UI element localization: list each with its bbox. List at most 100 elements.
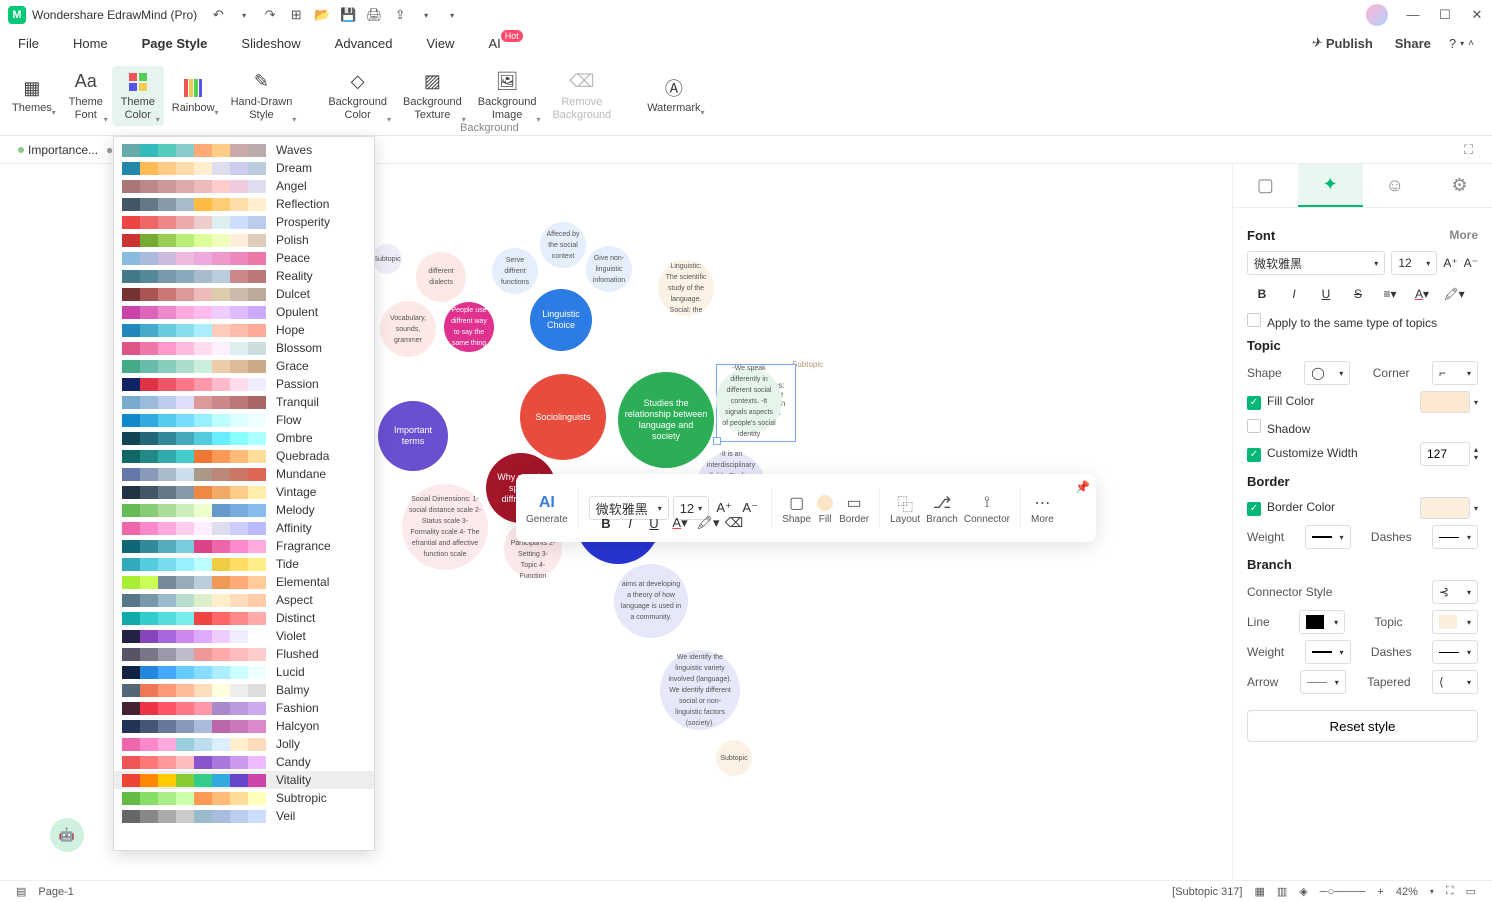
fit-screen-icon[interactable]: ⛶ (1446, 885, 1454, 898)
float-fill[interactable]: Fill (817, 492, 833, 525)
bubble-affected[interactable]: Affeced by the social context (540, 222, 586, 268)
bold-btn[interactable]: B (1247, 281, 1277, 307)
theme-color-dropdown[interactable]: WavesDreamAngelReflectionProsperityPolis… (113, 136, 375, 851)
publish-button[interactable]: ✈ Publish (1311, 35, 1373, 51)
collapse-panel-icon[interactable]: ▭ (1466, 885, 1476, 898)
decrease-font-btn[interactable]: A⁻ (1464, 256, 1478, 270)
float-branch[interactable]: ⎇Branch (926, 492, 958, 525)
text-color-btn[interactable]: A▾ (1407, 281, 1437, 307)
theme-row-tranquil[interactable]: Tranquil (114, 393, 374, 411)
ribbon-theme-font[interactable]: AaTheme Font▾ (60, 66, 112, 126)
theme-row-grace[interactable]: Grace (114, 357, 374, 375)
font-more-link[interactable]: More (1449, 228, 1478, 242)
theme-row-balmy[interactable]: Balmy (114, 681, 374, 699)
bubble-ling-soc[interactable]: Linguistic: The scientific study of the … (658, 260, 714, 316)
menu-page-style[interactable]: Page Style (142, 36, 208, 51)
page-label[interactable]: Page-1 (38, 886, 73, 898)
underline-icon[interactable]: U (644, 516, 664, 531)
theme-row-violet[interactable]: Violet (114, 627, 374, 645)
bubble-vocab[interactable]: Vocabulary, sounds, grammer (380, 301, 436, 357)
theme-row-reality[interactable]: Reality (114, 267, 374, 285)
zoom-out-icon[interactable]: + (1377, 886, 1383, 898)
strike-btn[interactable]: S (1343, 281, 1373, 307)
qat-more-caret-icon[interactable]: ▾ (443, 6, 461, 24)
bubble-aims[interactable]: aims at developing a theory of how langu… (614, 564, 688, 638)
print-icon[interactable]: 🖨 (365, 6, 383, 24)
theme-row-lucid[interactable]: Lucid (114, 663, 374, 681)
theme-row-jolly[interactable]: Jolly (114, 735, 374, 753)
menu-advanced[interactable]: Advanced (335, 36, 393, 51)
bubble-linguistic-choice[interactable]: Linguistic Choice (530, 289, 592, 351)
collapse-ribbon-icon[interactable]: ˄ (1468, 38, 1474, 49)
redo-icon[interactable]: ↷ (261, 6, 279, 24)
theme-row-opulent[interactable]: Opulent (114, 303, 374, 321)
open-icon[interactable]: 📂 (313, 6, 331, 24)
width-stepper-icon[interactable]: ▴▾ (1474, 446, 1478, 462)
ribbon-hand-drawn[interactable]: ✎Hand-Drawn Style▾ (223, 66, 301, 126)
ribbon-themes[interactable]: ▦Themes▾ (4, 72, 60, 119)
menu-ai[interactable]: AIHot (488, 36, 500, 51)
ai-generate-button[interactable]: AI Generate (526, 492, 568, 525)
export-caret-icon[interactable]: ▾ (417, 6, 435, 24)
decrease-font-icon[interactable]: A⁻ (739, 500, 761, 516)
theme-row-prosperity[interactable]: Prosperity (114, 213, 374, 231)
user-avatar[interactable] (1366, 4, 1388, 26)
branch-topic-color[interactable]: ▾ (1432, 610, 1478, 634)
bubble-serve[interactable]: Serve diffrent functions (492, 248, 538, 294)
theme-row-mundane[interactable]: Mundane (114, 465, 374, 483)
fill-color-swatch[interactable] (1420, 391, 1470, 413)
align-btn[interactable]: ≡▾ (1375, 281, 1405, 307)
clear-format-icon[interactable]: ⌫ (724, 515, 744, 531)
reset-style-button[interactable]: Reset style (1247, 710, 1478, 742)
panel-tab-settings[interactable]: ⚙ (1427, 164, 1492, 207)
shadow-checkbox[interactable]: Shadow (1247, 419, 1310, 436)
increase-font-btn[interactable]: A⁺ (1443, 256, 1457, 270)
connector-style-select[interactable]: ⊰▾ (1432, 580, 1478, 604)
save-icon[interactable]: 💾 (339, 6, 357, 24)
bubble-subtopic-bottom[interactable]: Subtopic (716, 740, 752, 776)
theme-row-fragrance[interactable]: Fragrance (114, 537, 374, 555)
highlight-btn[interactable]: 🖍▾ (1439, 281, 1469, 307)
font-family-select[interactable]: 微软雅黑▾ (1247, 251, 1385, 275)
theme-row-reflection[interactable]: Reflection (114, 195, 374, 213)
font-color-icon[interactable]: A▾ (668, 515, 692, 531)
theme-row-waves[interactable]: Waves (114, 141, 374, 159)
expand-canvas-icon[interactable]: ⛶ (1464, 142, 1484, 158)
panel-tab-style[interactable]: ▢ (1233, 164, 1298, 207)
width-input[interactable] (1420, 442, 1470, 466)
maximize-icon[interactable]: ☐ (1438, 7, 1452, 23)
panel-tab-format[interactable]: ✦ (1298, 164, 1363, 207)
undo-icon[interactable]: ↶ (209, 6, 227, 24)
theme-row-flushed[interactable]: Flushed (114, 645, 374, 663)
bubble-diff-dialects[interactable]: different dialects (416, 252, 466, 302)
doc-tab[interactable]: Importance... ● (8, 143, 123, 157)
minimize-icon[interactable]: — (1406, 7, 1420, 23)
float-connector[interactable]: ⟟Connector (964, 492, 1010, 525)
theme-row-dulcet[interactable]: Dulcet (114, 285, 374, 303)
zoom-caret-icon[interactable]: ▾ (1430, 887, 1434, 896)
italic-icon[interactable]: I (620, 516, 640, 531)
pin-icon[interactable]: 📌 (1075, 480, 1090, 494)
bubble-important[interactable]: Important terms (378, 401, 448, 471)
underline-btn[interactable]: U (1311, 281, 1341, 307)
theme-row-tide[interactable]: Tide (114, 555, 374, 573)
border-weight-select[interactable]: ▾ (1305, 525, 1351, 549)
border-color-checkbox[interactable]: ✓Border Color (1247, 500, 1335, 516)
theme-row-distinct[interactable]: Distinct (114, 609, 374, 627)
bold-icon[interactable]: B (596, 516, 616, 531)
close-icon[interactable]: ✕ (1470, 7, 1484, 23)
theme-row-polish[interactable]: Polish (114, 231, 374, 249)
theme-row-passion[interactable]: Passion (114, 375, 374, 393)
undo-caret-icon[interactable]: ▾ (235, 6, 253, 24)
ribbon-bg-texture[interactable]: ▨Background Texture▾ (395, 66, 470, 126)
branch-weight-select[interactable]: ▾ (1305, 640, 1351, 664)
share-button[interactable]: �኿ Share (1391, 36, 1431, 51)
border-color-swatch[interactable] (1420, 497, 1470, 519)
theme-row-melody[interactable]: Melody (114, 501, 374, 519)
theme-row-candy[interactable]: Candy (114, 753, 374, 771)
italic-btn[interactable]: I (1279, 281, 1309, 307)
theme-row-fashion[interactable]: Fashion (114, 699, 374, 717)
theme-row-vitality[interactable]: Vitality (114, 771, 374, 789)
menu-slideshow[interactable]: Slideshow (241, 36, 300, 51)
theme-row-veil[interactable]: Veil (114, 807, 374, 825)
